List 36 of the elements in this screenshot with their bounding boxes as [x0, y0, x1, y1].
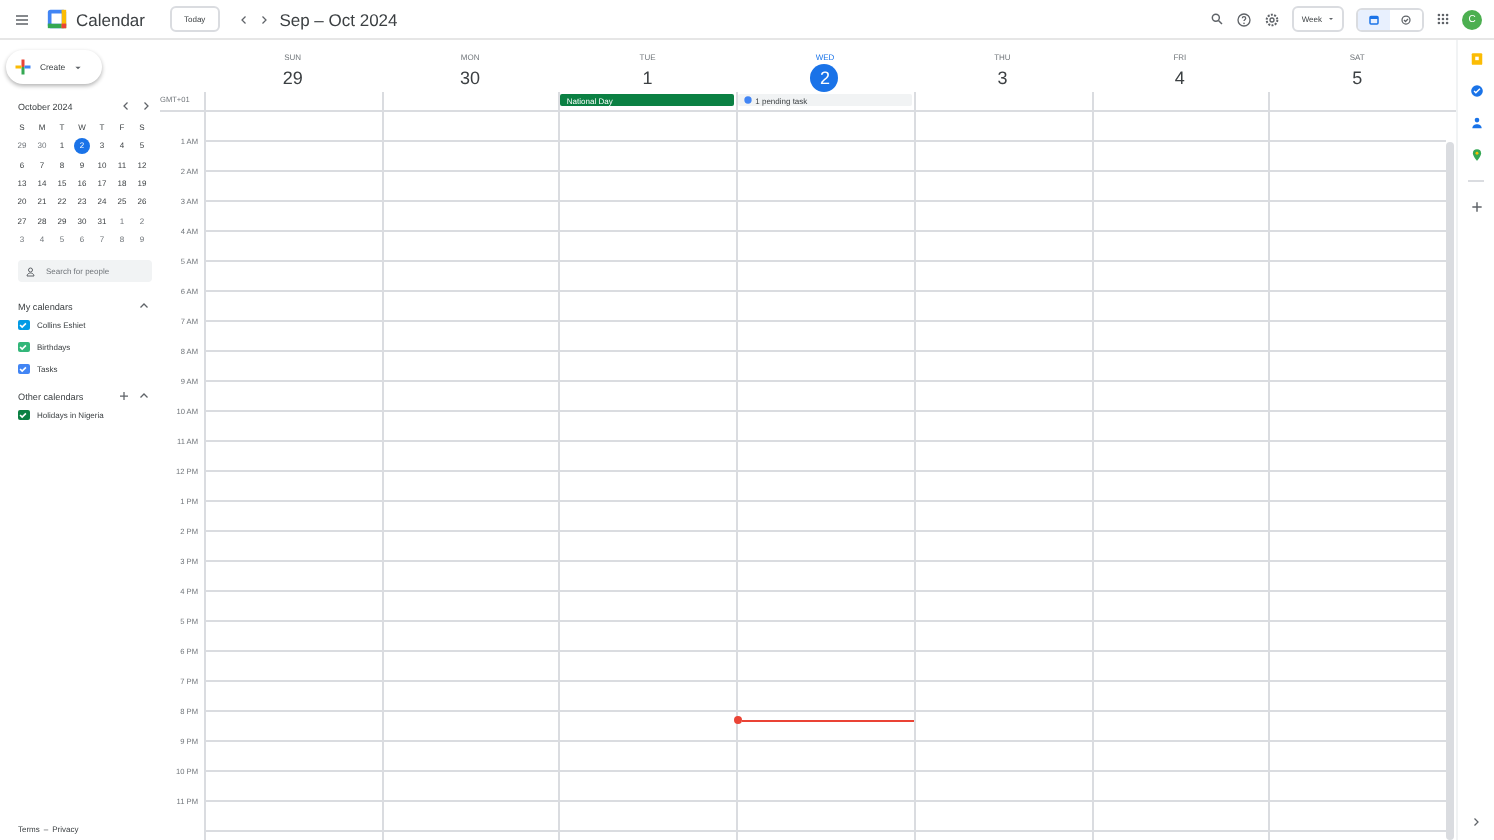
contacts-app-icon[interactable]: [1469, 116, 1483, 130]
settings-icon[interactable]: [1263, 11, 1280, 27]
date-range-title: Sep – Oct 2024: [279, 9, 398, 29]
check-circle-icon: [1400, 13, 1412, 25]
chevron-right-icon[interactable]: [140, 100, 152, 112]
calendar-checkbox[interactable]: [18, 409, 29, 421]
people-icon: [26, 265, 38, 278]
calendar-checkbox[interactable]: [18, 319, 29, 331]
calendar-checkbox[interactable]: [18, 363, 29, 375]
chevron-right-icon[interactable]: [1470, 816, 1482, 828]
chevron-right-icon[interactable]: [257, 13, 270, 25]
day-number[interactable]: 29: [278, 64, 307, 92]
map-pin-icon[interactable]: [1469, 148, 1483, 162]
calendar-logo-icon: [46, 8, 68, 30]
day-number[interactable]: 3: [988, 64, 1017, 92]
day-number[interactable]: 1: [633, 64, 662, 92]
chevron-up-icon[interactable]: [138, 390, 150, 403]
view-toggle-button[interactable]: [1358, 9, 1390, 29]
apps-icon[interactable]: [1436, 12, 1450, 26]
day-number[interactable]: 5: [1343, 64, 1372, 92]
plus-icon: [14, 58, 32, 76]
search-icon[interactable]: [1209, 12, 1224, 26]
calendar-icon: [1368, 13, 1380, 25]
day-number[interactable]: 2: [810, 64, 839, 92]
day-number[interactable]: 30: [456, 64, 485, 92]
chevron-left-icon[interactable]: [120, 100, 132, 112]
add-icon[interactable]: [1469, 200, 1483, 214]
chevron-up-icon[interactable]: [138, 300, 150, 313]
help-icon[interactable]: [1235, 11, 1252, 27]
chevron-left-icon[interactable]: [237, 13, 250, 25]
menu-icon[interactable]: [14, 11, 30, 27]
calendar-checkbox[interactable]: [18, 341, 29, 353]
tasks-app-icon[interactable]: [1469, 84, 1483, 98]
day-number[interactable]: 4: [1165, 64, 1194, 92]
app-name: Calendar: [76, 9, 147, 29]
add-icon[interactable]: [118, 390, 130, 403]
